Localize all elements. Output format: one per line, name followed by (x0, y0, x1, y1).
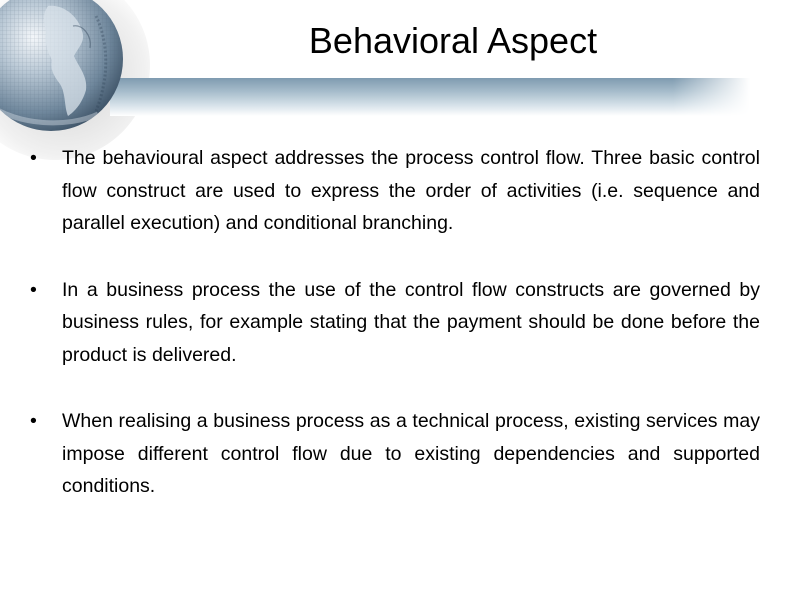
bullet-text: The behavioural aspect addresses the pro… (62, 147, 760, 234)
bullet-item: • The behavioural aspect addresses the p… (30, 142, 760, 240)
bullet-icon: • (30, 410, 37, 432)
bullet-list: • The behavioural aspect addresses the p… (30, 142, 760, 537)
bullet-item: • When realising a business process as a… (30, 405, 760, 503)
bullet-icon: • (30, 278, 37, 301)
bullet-item: • In a business process the use of the c… (30, 274, 760, 372)
slide-title: Behavioral Aspect (308, 20, 598, 61)
header-band (110, 78, 750, 116)
bullet-icon: • (30, 147, 37, 169)
slide: Behavioral Aspect • The behavioural aspe… (0, 0, 799, 598)
bullet-text: When realising a business process as a t… (62, 410, 760, 497)
bullet-text: In a business process the use of the con… (62, 278, 760, 366)
